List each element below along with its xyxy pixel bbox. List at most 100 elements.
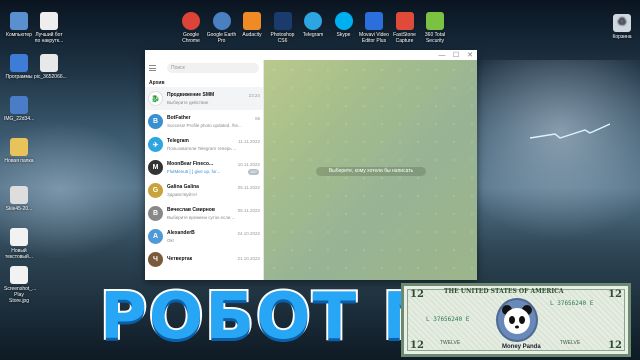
close-button[interactable]: ✕ xyxy=(463,50,477,60)
chat-preview: Выберите действие xyxy=(167,100,209,105)
chat-time: 10.11.2022 xyxy=(237,161,260,167)
chat-item[interactable]: ✈ Telegram 11.11.2022 Пользователи Telegram… xyxy=(145,133,263,156)
archive-label[interactable]: Архив xyxy=(145,76,263,87)
window-titlebar[interactable]: — ☐ ✕ xyxy=(145,50,477,60)
chat-time: 05.11.2022 xyxy=(237,184,260,190)
audacity-icon xyxy=(243,12,261,30)
chat-name: Вячеслав Смирнов xyxy=(167,207,215,213)
bill-side-text: TWELVE xyxy=(560,340,581,346)
chat-name: MoonBear Fineco... xyxy=(167,161,214,167)
avatar: A xyxy=(148,229,163,244)
desktop-icon-label: Movavi Video Editor Plus xyxy=(359,32,389,44)
telegram-icon xyxy=(304,12,322,30)
chat-name: AlexanderB xyxy=(167,230,195,236)
chat-header-row: Вячеслав Смирнов 05.11.2022 xyxy=(167,207,260,213)
programs-icon xyxy=(10,54,28,72)
desktop-icon-label: Программы xyxy=(5,74,33,80)
desktop-icon[interactable]: Новый текстовый... xyxy=(4,228,34,260)
image-file-icon xyxy=(10,96,28,114)
desktop-icon[interactable]: Telegram xyxy=(298,12,328,38)
desktop-icon-label: Skle45-20... xyxy=(5,206,33,212)
desktop-icon[interactable]: Audacity xyxy=(237,12,267,38)
desktop-icon[interactable]: Photoshop CS6 xyxy=(268,12,298,44)
avatar: В xyxy=(148,206,163,221)
bill-serial: L 37656240 E xyxy=(550,300,594,307)
desktop-icon[interactable]: Google Chrome xyxy=(176,12,206,44)
faststone-icon xyxy=(395,12,414,30)
avatar: B xyxy=(148,114,163,129)
desktop-icon-label: Новый текстовый... xyxy=(5,248,33,260)
desktop-icon[interactable]: Skype xyxy=(329,12,359,38)
desktop-icon[interactable]: Компьютер xyxy=(4,12,34,38)
maximize-button[interactable]: ☐ xyxy=(449,50,463,60)
chat-preview: Здравствуйте! xyxy=(167,192,197,197)
chat-time: 11.11.2022 xyxy=(238,138,260,144)
desktop-icon[interactable]: Лучший бот по накрутк... xyxy=(34,12,64,44)
bill-denomination: 12 xyxy=(410,340,424,351)
desktop-icon[interactable]: Skle45-20... xyxy=(4,186,34,212)
chat-body: Продвижение SMM 23:24 Выберите действие xyxy=(167,92,260,105)
chat-time: 21.10.2022 xyxy=(237,256,260,261)
chat-list-panel: Поиск Архив 🐉 Продвижение SMM 23:24 Выберит… xyxy=(145,60,264,280)
desktop-icon[interactable]: Программы xyxy=(4,54,34,80)
recycle-bin-label: Корзина xyxy=(612,34,632,40)
chat-name: Продвижение SMM xyxy=(167,92,215,98)
desktop-icon[interactable]: Screenshot_... Play Store.jpg xyxy=(4,266,36,304)
recycle-bin-icon: ♻ xyxy=(613,14,631,32)
chat-preview: FlutMenu5 [ ] give up, for... xyxy=(167,169,221,174)
movavi-icon xyxy=(365,12,383,30)
chat-body: MoonBear Fineco... 10.11.2022 FlutMenu5 [ … xyxy=(167,161,260,174)
desktop-icon-label: Audacity xyxy=(242,32,262,38)
chat-item[interactable]: A AlexanderB 24.10.2022 Ok! xyxy=(145,225,263,248)
telegram-window: — ☐ ✕ Поиск Архив 🐉 Продвижение SMM 23:24 В… xyxy=(145,50,477,280)
desktop-icon[interactable]: FastStone Capture xyxy=(390,12,420,44)
chat-time: 23:24 xyxy=(248,92,260,98)
desktop-icon[interactable]: Movavi Video Editor Plus xyxy=(359,12,389,44)
minimize-button[interactable]: — xyxy=(435,50,449,60)
chat-header-row: Galina Galina 05.11.2022 xyxy=(167,184,260,190)
photoshop-icon xyxy=(273,12,292,30)
desktop-icon[interactable]: Новая папка xyxy=(4,138,34,164)
chat-preview: Ok! xyxy=(167,238,175,243)
chat-time: 24.10.2022 xyxy=(237,230,260,236)
avatar: ✈ xyxy=(148,137,163,152)
desktop-icon-label: Компьютер xyxy=(6,32,32,38)
skype-icon xyxy=(334,12,353,30)
lightning-bolt xyxy=(530,123,610,139)
image-file-icon xyxy=(40,54,58,72)
chat-list: 🐉 Продвижение SMM 23:24 Выберите действие B B… xyxy=(145,87,263,271)
chat-preview: Success! Profile photo updated. /he... xyxy=(167,123,242,128)
chat-item[interactable]: B BotFather 8в Success! Profile photo updat… xyxy=(145,110,263,133)
chat-item[interactable]: Ч Четвертак 21.10.2022 xyxy=(145,248,263,271)
recycle-bin[interactable]: ♻ Корзина xyxy=(600,14,640,40)
desktop-icon-label: Google Chrome xyxy=(182,32,200,44)
desktop-icon[interactable]: 360 Total Security xyxy=(420,12,450,44)
image-file-icon xyxy=(10,266,28,284)
avatar: Ч xyxy=(148,252,163,267)
folder-icon xyxy=(10,138,28,156)
chat-body: Telegram 11.11.2022 Пользователи Telegram … xyxy=(167,138,260,151)
chat-name: Telegram xyxy=(167,138,189,144)
chat-item[interactable]: M MoonBear Fineco... 10.11.2022 FlutMenu5 [… xyxy=(145,156,263,179)
search-input[interactable]: Поиск xyxy=(167,63,259,73)
chat-body: Galina Galina 05.11.2022 Здравствуйте! xyxy=(167,184,260,197)
bill-side-text: TWELVE xyxy=(440,340,461,346)
bill-denomination: 12 xyxy=(410,289,424,300)
desktop-icon[interactable]: IMG_22d34... xyxy=(4,96,34,122)
chat-body: Вячеслав Смирнов 05.11.2022 Выберите време… xyxy=(167,207,260,220)
menu-icon[interactable] xyxy=(149,62,161,74)
chat-list-header: Поиск xyxy=(145,60,263,76)
desktop-icon-label: Telegram xyxy=(302,32,324,38)
desktop-icon[interactable]: Google Earth Pro xyxy=(207,12,237,44)
chat-header-row: Telegram 11.11.2022 xyxy=(167,138,260,144)
chrome-icon xyxy=(182,12,200,30)
desktop-icon[interactable]: pic_3652066... xyxy=(34,54,67,80)
desktop-icon-label: FastStone Capture xyxy=(393,32,416,44)
text-file-icon xyxy=(40,12,58,30)
chat-item[interactable]: В Вячеслав Смирнов 05.11.2022 Выберите врем… xyxy=(145,202,263,225)
unread-badge: 347 xyxy=(248,169,259,175)
chat-time: 8в xyxy=(255,115,260,121)
chat-item[interactable]: 🐉 Продвижение SMM 23:24 Выберите действие xyxy=(145,87,263,110)
chat-item[interactable]: G Galina Galina 05.11.2022 Здравствуйте! xyxy=(145,179,263,202)
chat-name: Четвертак xyxy=(167,255,193,262)
